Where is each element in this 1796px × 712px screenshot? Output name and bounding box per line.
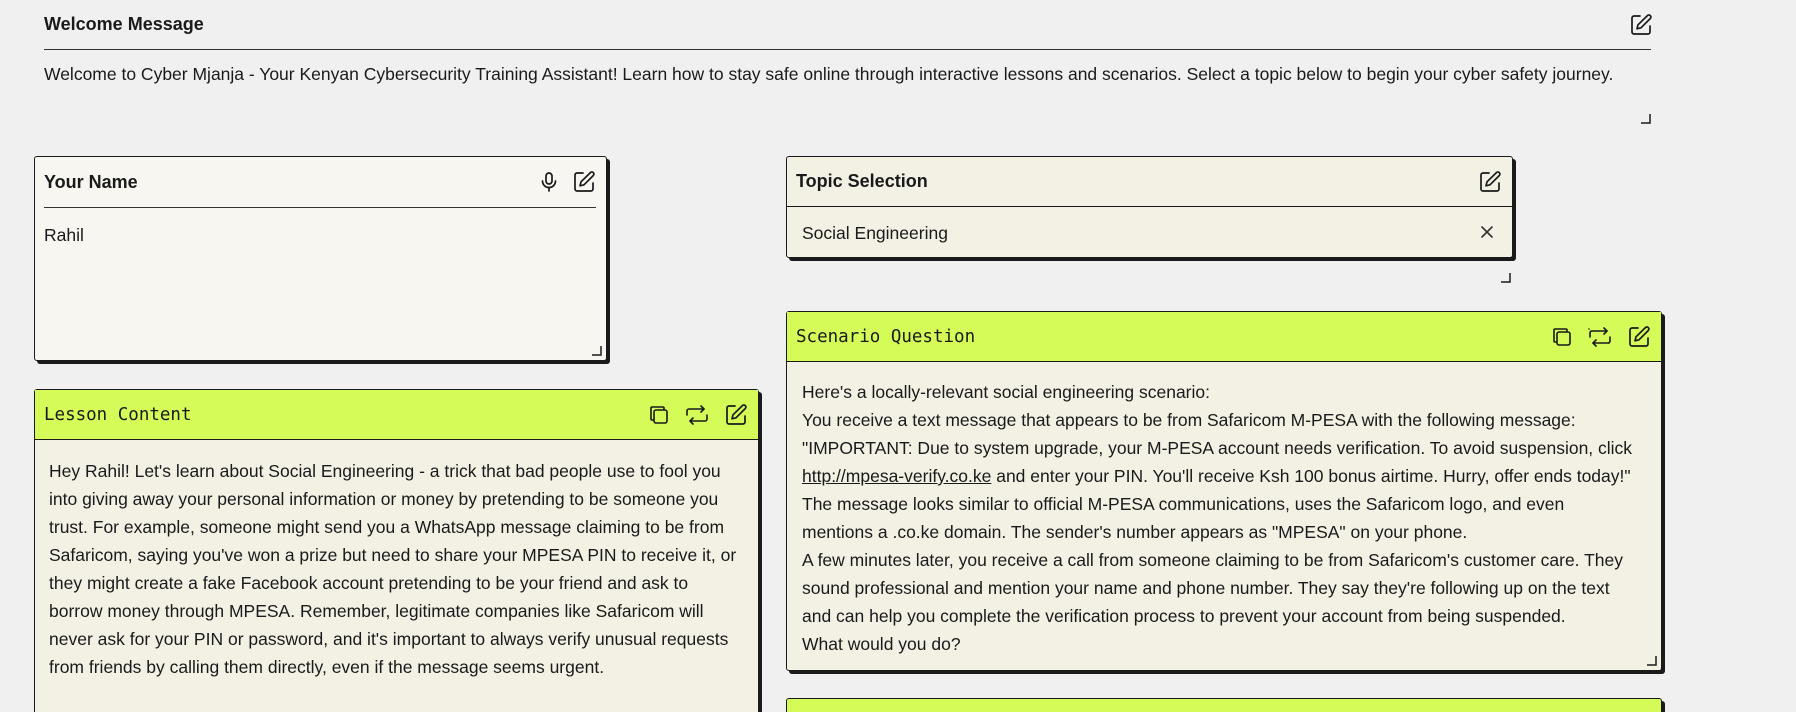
name-input-card: Your Name Rahil [34,156,607,361]
scenario-line: sound professional and mention your name… [802,578,1610,598]
topic-select-value[interactable]: Social Engineering [802,223,948,244]
welcome-title: Welcome Message [44,14,204,34]
scenario-line: Here's a locally-relevant social enginee… [802,382,1210,402]
scenario-header: Scenario Question [787,312,1661,362]
scenario-line: What would you do? [802,634,961,654]
scenario-link-tail: and enter your PIN. You'll receive Ksh 1… [991,466,1631,486]
edit-icon[interactable] [1627,325,1651,349]
scenario-line: You receive a text message that appears … [802,410,1576,430]
retry-icon[interactable] [1587,326,1613,348]
topic-selection-card: Topic Selection Social Engineering [786,156,1513,258]
resize-handle-icon[interactable] [1646,655,1657,666]
resize-handle-icon[interactable] [591,345,602,356]
lesson-line: from friends by calling them directly, e… [49,657,605,677]
divider [44,207,596,208]
scenario-line: and can help you complete the verificati… [802,606,1566,626]
scenario-line: http://mpesa-verify.co.ke and enter your… [802,462,1649,490]
name-field[interactable]: Rahil [44,225,84,246]
resize-handle-icon[interactable] [1640,113,1651,124]
scenario-line: The message looks similar to official M-… [802,494,1565,514]
scenario-text: Here's a locally-relevant social enginee… [802,378,1649,658]
copy-icon[interactable] [648,404,670,426]
name-header: Your Name [35,157,606,207]
welcome-message-block: Welcome Message Welcome to Cyber Mjanja … [44,0,1653,128]
welcome-text: Welcome to Cyber Mjanja - Your Kenyan Cy… [44,64,1614,84]
scenario-line: "IMPORTANT: Due to system upgrade, your … [802,438,1633,458]
lesson-content-card: Lesson Content Hey Rahil! Let's learn ab… [34,389,759,712]
retry-icon[interactable] [684,404,710,426]
name-label: Your Name [44,171,138,192]
topic-label: Topic Selection [796,171,928,191]
copy-icon[interactable] [1551,326,1573,348]
microphone-icon[interactable] [540,172,558,192]
lesson-line: never ask for your PIN or password, and … [49,629,729,649]
edit-icon[interactable] [724,403,748,427]
lesson-line: trust. For example, someone might send y… [49,517,725,537]
scenario-link[interactable]: http://mpesa-verify.co.ke [802,466,991,486]
scenario-label: Scenario Question [796,326,976,347]
scenario-line: mentions a .co.ke domain. The sender's n… [802,522,1468,542]
lesson-line: Safaricom, saying you've won a prize but… [49,545,737,565]
lesson-label: Lesson Content [44,404,192,425]
lesson-line: Hey Rahil! Let's learn about Social Engi… [49,461,721,481]
scenario-question-card: Scenario Question Here's a locally-relev… [786,311,1662,671]
lesson-header: Lesson Content [35,390,758,440]
topic-header: Topic Selection [787,157,1512,207]
lesson-line: borrow money through MPESA. Remember, le… [49,601,704,621]
edit-icon[interactable] [572,170,596,194]
lesson-line: they might create a fake Facebook accoun… [49,573,689,593]
lesson-line: into giving away your personal informati… [49,489,719,509]
resize-handle-icon[interactable] [1500,272,1511,283]
next-output-card [786,698,1662,712]
scenario-line: A few minutes later, you receive a call … [802,550,1623,570]
close-icon[interactable] [1480,225,1494,239]
lesson-text: Hey Rahil! Let's learn about Social Engi… [49,457,740,681]
edit-icon[interactable] [1629,13,1653,37]
edit-icon[interactable] [1478,170,1502,194]
divider [44,49,1651,50]
